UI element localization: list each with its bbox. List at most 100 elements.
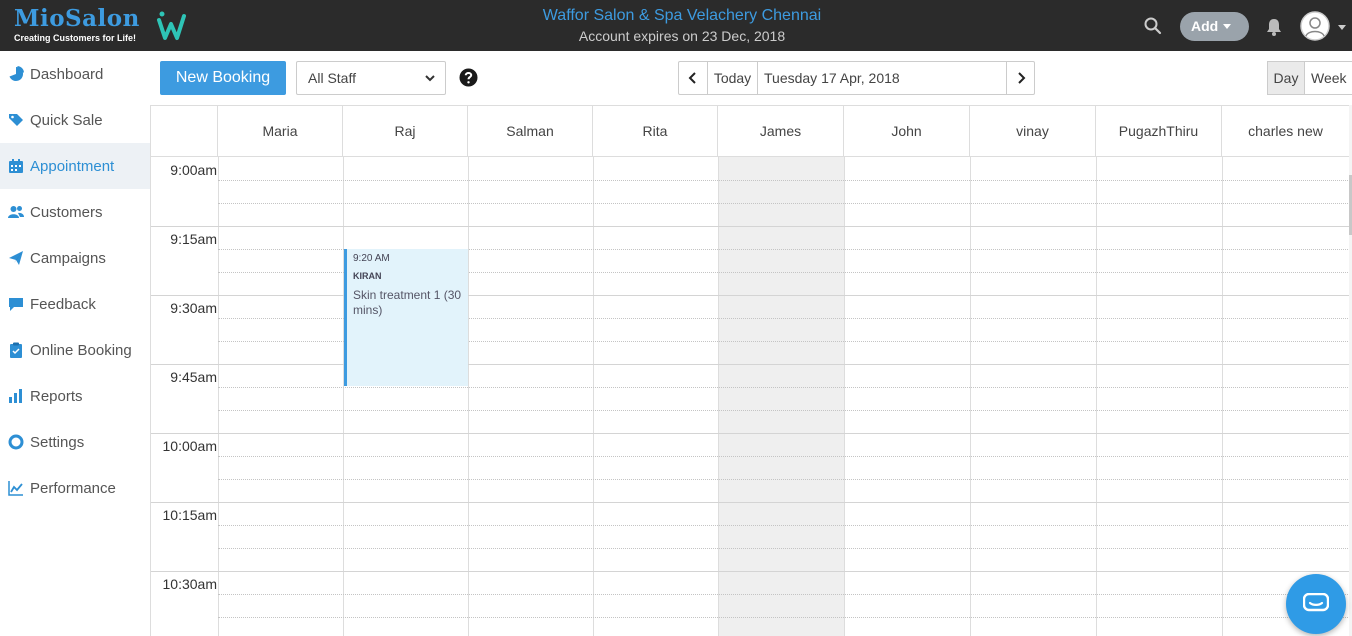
chevron-down-icon [1223,24,1231,29]
sidebar-item-label: Dashboard [30,65,104,83]
sidebar-item-appointment[interactable]: Appointment [0,143,150,189]
sidebar-item-online-booking[interactable]: Online Booking [0,327,150,373]
time-column-header [151,106,218,157]
staff-header: Rita [593,106,718,157]
line-chart-icon [8,481,23,496]
staff-header: vinay [970,106,1096,157]
column-divider [1096,157,1097,636]
sidebar-item-settings[interactable]: Settings [0,419,150,465]
sidebar-item-reports[interactable]: Reports [0,373,150,419]
column-divider [970,157,971,636]
staff-header: Salman [468,106,593,157]
staff-filter-select[interactable]: All Staff [296,61,446,95]
column-divider [343,157,344,636]
slot-line [218,525,1349,526]
date-picker-field[interactable]: Tuesday 17 Apr, 2018 [758,62,1007,94]
time-label: 9:15am [170,231,217,247]
search-icon[interactable] [1143,16,1163,36]
new-booking-button[interactable]: New Booking [160,61,286,95]
comment-icon [9,298,23,311]
sidebar-item-label: Performance [30,479,116,497]
slot-line [218,456,1349,457]
previous-day-button[interactable] [679,62,708,94]
miosalon-logo[interactable]: MioSalon Creating Customers for Life! [14,5,140,44]
time-label: 10:00am [162,438,217,454]
appointment-time: 9:20 AM [353,253,390,264]
top-bar: MioSalon Creating Customers for Life! Wa… [0,0,1352,51]
sidebar-item-quick-sale[interactable]: Quick Sale [0,97,150,143]
unavailable-column [718,157,844,636]
help-icon[interactable] [459,68,478,87]
sidebar-item-label: Online Booking [30,341,132,359]
brand-tagline: Creating Customers for Life! [14,33,137,43]
quarter-hour-line [151,571,1349,572]
appointment-service: Skin treatment 1 (30 mins) [353,288,462,317]
chat-support-button[interactable] [1286,574,1346,634]
time-label: 9:45am [170,369,217,385]
slot-line [218,180,1349,181]
appointment-calendar: Maria Raj Salman Rita James John vinay P… [150,105,1349,636]
date-navigator: Today Tuesday 17 Apr, 2018 [678,61,1035,95]
w-logo-icon [157,11,186,40]
slot-line [218,203,1349,204]
column-divider [718,157,719,636]
sidebar-item-label: Customers [30,203,103,221]
sidebar-item-performance[interactable]: Performance [0,465,150,511]
users-icon [8,206,24,218]
life-ring-icon [8,434,24,450]
account-expiry: Account expires on 23 Dec, 2018 [578,28,786,44]
tag-icon [9,114,23,126]
avatar-menu-chevron-icon[interactable] [1338,25,1346,30]
column-divider [593,157,594,636]
time-label: 10:15am [162,507,217,523]
staff-header: Maria [218,106,343,157]
time-label: 9:00am [170,162,217,178]
pie-chart-icon [9,66,24,81]
add-button[interactable]: Add [1180,12,1249,41]
appointment-card[interactable]: 9:20 AM KIRAN Skin treatment 1 (30 mins) [344,249,468,386]
quarter-hour-line [151,502,1349,503]
slot-line [218,594,1349,595]
quarter-hour-line [151,226,1349,227]
clipboard-icon [10,342,22,358]
slot-line [218,548,1349,549]
sidebar: Dashboard Quick Sale Appointment Custome… [0,51,150,636]
slot-line [218,410,1349,411]
week-view-button[interactable]: Week [1305,61,1352,95]
sidebar-item-label: Appointment [30,157,115,175]
calendar-icon [9,159,23,173]
sidebar-item-campaigns[interactable]: Campaigns [0,235,150,281]
chevron-right-icon [1018,72,1026,84]
column-divider [218,157,219,636]
appointment-customer: KIRAN [353,271,382,281]
chevron-down-icon [425,75,435,82]
staff-header: charles new [1222,106,1349,157]
staff-header: PugazhThiru [1096,106,1222,157]
sidebar-item-customers[interactable]: Customers [0,189,150,235]
column-divider [1222,157,1223,636]
day-view-button[interactable]: Day [1267,61,1305,95]
brand-name: MioSalon [14,5,140,32]
chat-icon [1303,593,1329,612]
bell-icon[interactable] [1265,17,1283,37]
column-divider [844,157,845,636]
sidebar-item-label: Quick Sale [30,111,103,129]
paper-plane-icon [9,251,23,265]
sidebar-item-label: Settings [30,433,85,451]
staff-header: James [718,106,844,157]
sidebar-item-label: Campaigns [30,249,106,267]
add-button-label: Add [1191,18,1219,34]
quarter-hour-line [151,364,1349,365]
avatar[interactable] [1300,11,1330,41]
sidebar-item-dashboard[interactable]: Dashboard [0,51,150,97]
staff-header: Raj [343,106,468,157]
next-day-button[interactable] [1006,62,1034,94]
slot-line [218,617,1349,618]
quarter-hour-line [151,295,1349,296]
today-button[interactable]: Today [708,62,758,94]
salon-title: Waffor Salon & Spa Velachery Chennai Acc… [460,6,904,46]
staff-header: John [844,106,970,157]
sidebar-item-feedback[interactable]: Feedback [0,281,150,327]
sidebar-item-label: Reports [30,387,83,405]
chevron-left-icon [688,72,696,84]
